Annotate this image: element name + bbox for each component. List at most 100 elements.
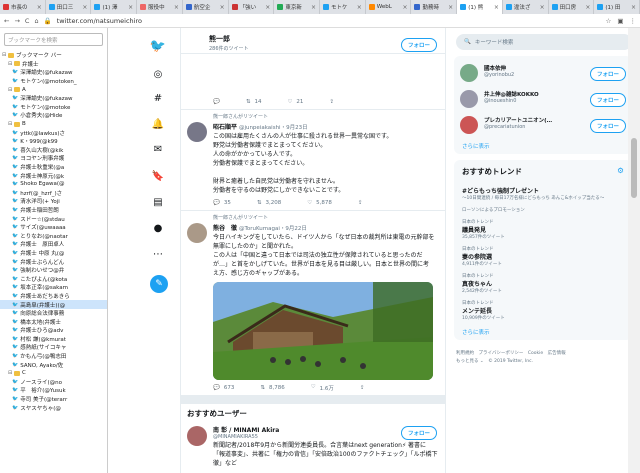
- browser-tab[interactable]: 勤務時 ×: [411, 0, 458, 14]
- close-icon[interactable]: ×: [35, 4, 42, 11]
- tweet[interactable]: 熊一郎さんがリツイート 昭石順平 @junpeiakaishi・9月23日 この国は…: [181, 110, 445, 211]
- star-icon[interactable]: ☆: [606, 17, 612, 25]
- bookmark-item[interactable]: 🐦 深澤諭史(@fukazaw: [0, 94, 107, 103]
- bookmark-item[interactable]: 🐦 喜久山大樹(@kik: [0, 146, 107, 155]
- gear-icon[interactable]: ⚙: [617, 166, 624, 175]
- bookmark-item[interactable]: 🐦 弁護士あだちあきら: [0, 292, 107, 301]
- profile-icon[interactable]: ●: [150, 220, 166, 236]
- show-more-link[interactable]: さらに表示: [454, 138, 632, 154]
- scrollbar[interactable]: [628, 28, 640, 473]
- close-icon[interactable]: ×: [80, 4, 87, 11]
- author-name[interactable]: 熊谷 徹: [213, 225, 237, 232]
- avatar[interactable]: [187, 122, 207, 142]
- like-button[interactable]: ♡ 5,878: [307, 200, 332, 206]
- bookmark-item[interactable]: 🐦 清水洋司(+ Yoji: [0, 197, 107, 206]
- close-icon[interactable]: ×: [126, 4, 133, 11]
- browser-tab[interactable]: (1) 田 ×: [594, 0, 640, 14]
- messages-icon[interactable]: ✉: [150, 141, 166, 157]
- bookmark-item[interactable]: 🐦 橋本太地(弁護士: [0, 317, 107, 326]
- bookmark-item[interactable]: 🐦 弁護士ひろ@adv: [0, 326, 107, 335]
- close-icon[interactable]: ×: [172, 4, 179, 11]
- twitter-logo-icon[interactable]: 🐦: [150, 38, 166, 54]
- bookmark-item[interactable]: 🐦 弁護士ぶらんどん: [0, 257, 107, 266]
- avatar[interactable]: [460, 116, 478, 134]
- bookmark-item[interactable]: 🐦 弁護士 原田卓人: [0, 240, 107, 249]
- explore-hash-icon[interactable]: #: [150, 90, 166, 106]
- bookmark-item[interactable]: 🐦 モトケン(@motoke: [0, 103, 107, 112]
- retweet-button[interactable]: ⇅ 14: [246, 99, 262, 105]
- bookmark-item[interactable]: ⊟ A: [0, 85, 107, 94]
- follow-button[interactable]: フォロー: [589, 93, 626, 107]
- bookmark-item[interactable]: 🐦 かもん弓(@鴨志田: [0, 352, 107, 361]
- bookmark-item[interactable]: ⊟ C: [0, 369, 107, 378]
- follow-button[interactable]: フォロー: [589, 119, 626, 133]
- like-button[interactable]: ♡ 1.6万: [311, 384, 334, 392]
- close-icon[interactable]: ×: [538, 4, 545, 11]
- browser-tab[interactable]: 「強い ×: [229, 0, 275, 14]
- bookmark-item[interactable]: 🐦 向原総合法律事務: [0, 309, 107, 318]
- bookmark-item[interactable]: 🐦 平 裕介(@Yusuk: [0, 386, 107, 395]
- bookmark-item[interactable]: 🐦 とりなお(@naotar: [0, 231, 107, 240]
- browser-tab[interactable]: 田口三 ×: [46, 0, 92, 14]
- browser-tab[interactable]: 東京新 ×: [274, 0, 321, 14]
- notifications-bell-icon[interactable]: 🔔: [150, 116, 166, 132]
- bookmark-item[interactable]: ⊟ B: [0, 120, 107, 129]
- trend-item[interactable]: 日本のトレンド 妻の参院選 4,911件のツイート: [454, 243, 632, 270]
- bookmark-item[interactable]: 🐦 深澤諭史(@fukazaw: [0, 68, 107, 77]
- bookmark-item[interactable]: 🐦 ヨコヤン刑事弁護: [0, 154, 107, 163]
- search-input[interactable]: 🔍 キーワード検索: [456, 34, 632, 50]
- reply-icon[interactable]: 💬: [213, 99, 220, 105]
- reply-button[interactable]: 💬 673: [213, 385, 234, 391]
- bookmark-item[interactable]: 🐦 村松 謙(@kmurat: [0, 335, 107, 344]
- share-icon[interactable]: ⇪: [360, 385, 365, 391]
- back-icon[interactable]: ←: [4, 17, 9, 25]
- browser-tab[interactable]: 航空企 ×: [183, 0, 229, 14]
- lists-icon[interactable]: ▤: [150, 194, 166, 210]
- bookmark-item[interactable]: 🐦 弁護士神原元(@k: [0, 171, 107, 180]
- bookmark-item[interactable]: 🐦 スヤスヤちゃ(@: [0, 403, 107, 412]
- footer-line[interactable]: もっと見る ⌄ © 2019 Twitter, Inc.: [456, 358, 632, 366]
- avatar[interactable]: [187, 426, 207, 446]
- scrollbar-thumb[interactable]: [631, 138, 637, 198]
- browser-tab[interactable]: 市長の ×: [0, 0, 46, 14]
- reply-button[interactable]: 💬 35: [213, 200, 231, 206]
- bookmark-item[interactable]: 🐦 弁護士稲田哲朗: [0, 206, 107, 215]
- browser-tab[interactable]: 違法ざ ×: [503, 0, 549, 14]
- bookmark-item[interactable]: 🐦 スドー☆(@stdau: [0, 214, 107, 223]
- retweet-button[interactable]: ⇅ 3,208: [257, 200, 281, 206]
- home-icon[interactable]: ◎: [150, 66, 166, 82]
- bookmark-item[interactable]: 🐦 感熱紙(サイコキャ: [0, 343, 107, 352]
- url-field[interactable]: twitter.com/natsumeichiro: [57, 17, 142, 25]
- browser-tab[interactable]: (1) 澤 ×: [91, 0, 138, 14]
- trend-item[interactable]: #どらもっち強制プレゼント 〜10日間連続 / 毎日17万名様にどらもっち あんこ…: [454, 183, 632, 204]
- share-icon[interactable]: ⇪: [329, 99, 334, 105]
- close-icon[interactable]: ×: [218, 4, 225, 11]
- bookmark-item[interactable]: 🐦 弁護士 中原 丸(@: [0, 249, 107, 258]
- close-icon[interactable]: ×: [263, 4, 270, 11]
- suggested-user[interactable]: 國本依伸 @yorinobu2 フォロー: [454, 60, 632, 86]
- close-icon[interactable]: ×: [309, 4, 316, 11]
- bookmark-item[interactable]: 🐦 hzrf(@_hzrf_)さ: [0, 189, 107, 198]
- reload-icon[interactable]: C: [25, 17, 30, 25]
- browser-tab[interactable]: (1) 熊 ×: [457, 0, 503, 14]
- bookmark-item[interactable]: 🐦 高島皐(弁護士)(@: [0, 300, 107, 309]
- footer-line[interactable]: 利用規約 プライバシーポリシー Cookie 広告情報: [456, 350, 632, 358]
- bookmark-item[interactable]: 🐦 強制わいせつ@弁: [0, 266, 107, 275]
- browser-tab[interactable]: 服役中 ×: [137, 0, 183, 14]
- tweet[interactable]: 熊一郎さんがリツイート 熊谷 徹 @ToruKumagai・9月22日 今日ハイキン…: [181, 211, 445, 396]
- menu-icon[interactable]: ⋮: [630, 17, 637, 25]
- bookmark-item[interactable]: 🐦 K・999(@k99: [0, 137, 107, 146]
- suggested-user[interactable]: プレカリアートユニオン(… @precariatunion フォロー: [454, 112, 632, 138]
- trend-item[interactable]: ローソンによるプロモーション: [454, 204, 632, 216]
- bookmark-item[interactable]: 🐦 yttk(@lawkus)さ: [0, 128, 107, 137]
- bookmark-item[interactable]: 🐦 Shoko Egawa(@: [0, 180, 107, 189]
- trend-item[interactable]: 日本のトレンド メンテ延長 10,909件のツイート: [454, 297, 632, 324]
- bookmark-item[interactable]: 🐦 モトケン(@motoken_: [0, 77, 107, 86]
- close-icon[interactable]: ×: [583, 4, 590, 11]
- close-icon[interactable]: ×: [355, 4, 362, 11]
- trend-item[interactable]: 日本のトレンド 真夜ちゃん 2,542件のツイート: [454, 270, 632, 297]
- extension-icon[interactable]: ▣: [617, 17, 623, 25]
- follow-button[interactable]: フォロー: [400, 38, 437, 52]
- trend-item[interactable]: 日本のトレンド 議員発見 35,857件のツイート: [454, 216, 632, 243]
- close-icon[interactable]: ×: [629, 4, 636, 11]
